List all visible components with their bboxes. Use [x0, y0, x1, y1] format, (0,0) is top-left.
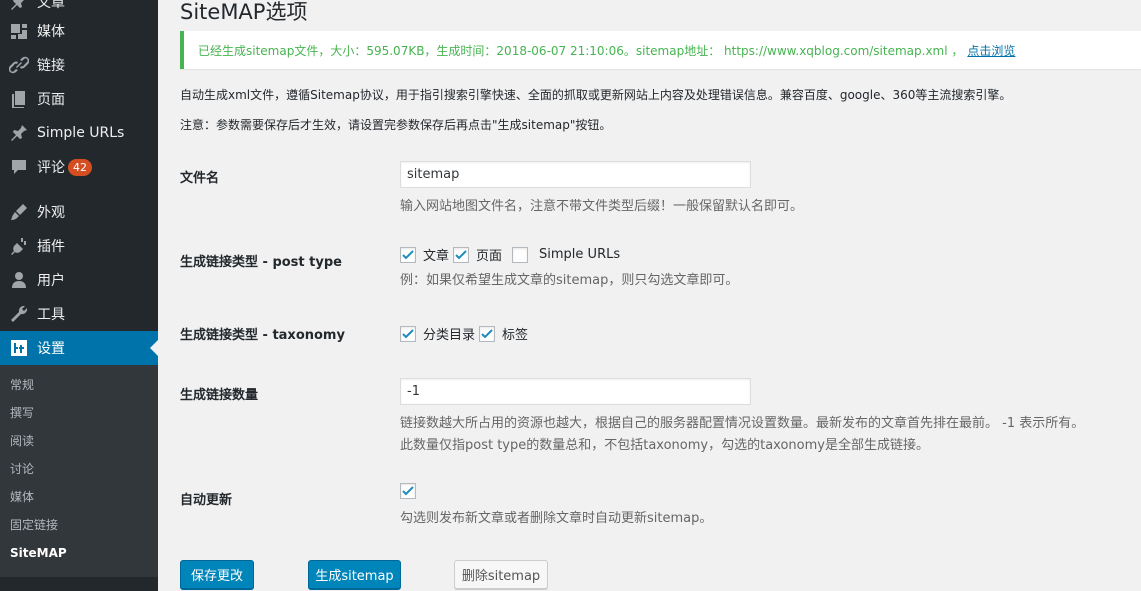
menu-item-label: 链接: [37, 58, 65, 74]
post-type-options: 文章 页面 Simple URLs: [400, 245, 624, 264]
post-type-checkbox-post[interactable]: [400, 246, 416, 263]
page-title: SiteMAP选项: [180, 0, 308, 24]
pin-icon: [11, 0, 24, 10]
option-label: 标签: [502, 328, 529, 343]
view-sitemap-link[interactable]: 点击浏览: [967, 42, 1015, 59]
submenu-general[interactable]: 常规: [10, 375, 34, 395]
media-icon: [11, 24, 27, 39]
submenu-media[interactable]: 媒体: [10, 487, 34, 507]
submenu-discussion[interactable]: 讨论: [10, 459, 34, 479]
menu-item-plugins[interactable]: 插件: [0, 229, 158, 263]
menu-item-comments[interactable]: 评论 42: [0, 150, 158, 184]
link-count-label: 生成链接数量: [180, 388, 259, 403]
menu-item-tools[interactable]: 工具: [0, 297, 158, 331]
menu-item-label: 页面: [37, 92, 65, 108]
plugin-icon: [11, 238, 26, 255]
delete-sitemap-button[interactable]: 删除sitemap: [454, 560, 548, 589]
menu-item-label: 用户: [37, 273, 65, 289]
option-label: 页面: [476, 249, 503, 264]
menu-item-label: 工具: [37, 307, 65, 323]
post-type-checkbox-page[interactable]: [453, 246, 470, 263]
auto-update-checkbox[interactable]: [400, 483, 416, 499]
menu-item-label: 外观: [37, 205, 65, 221]
settings-icon: [11, 340, 27, 356]
menu-item-label: 插件: [37, 239, 65, 255]
post-type-checkbox-simple-urls[interactable]: [512, 246, 529, 263]
option-label: 文章: [423, 249, 450, 264]
user-icon: [12, 272, 26, 288]
link-count-input[interactable]: [400, 378, 751, 405]
submenu-writing[interactable]: 撰写: [10, 403, 34, 423]
notice-text: 已经生成sitemap文件，大小：595.07KB，生成时间：2018-06-0…: [198, 43, 964, 58]
option-label: Simple URLs: [539, 247, 621, 262]
submenu-sitemap[interactable]: SiteMAP: [10, 543, 67, 563]
menu-item-settings[interactable]: 设置: [0, 331, 158, 365]
current-menu-arrow: [150, 340, 158, 356]
filename-help: 输入网站地图文件名，注意不带文件类型后缀！一般保留默认名即可。: [400, 199, 804, 214]
checkmark-icon: [455, 249, 467, 259]
pin-icon: [11, 125, 27, 141]
filename-input[interactable]: [400, 161, 751, 188]
checkmark-icon: [402, 249, 414, 259]
wrench-icon: [11, 305, 28, 322]
settings-submenu: 常规 撰写 阅读 讨论 媒体 固定链接 SiteMAP: [0, 365, 158, 577]
menu-item-label: 评论: [37, 160, 65, 176]
checkmark-icon: [481, 328, 493, 338]
link-icon: [9, 56, 29, 74]
plugin-description: 自动生成xml文件，遵循Sitemap协议，用于指引搜索引擎快速、全面的抓取或更…: [180, 88, 1012, 102]
menu-item-simple-urls[interactable]: Simple URLs: [0, 116, 158, 150]
post-type-label: 生成链接类型 - post type: [180, 255, 342, 270]
page-icon: [12, 91, 25, 108]
option-label: 分类目录: [423, 328, 476, 343]
save-button[interactable]: 保存更改: [180, 560, 254, 589]
main-content: SiteMAP选项 已经生成sitemap文件，大小：595.07KB，生成时间…: [158, 0, 1141, 591]
link-count-help-1: 链接数越大所占用的资源也越大，根据自己的服务器配置情况设置数量。最新发布的文章首…: [400, 416, 1085, 431]
submenu-reading[interactable]: 阅读: [10, 431, 34, 451]
taxonomy-checkbox-tag[interactable]: [479, 325, 496, 342]
generate-sitemap-button[interactable]: 生成sitemap: [308, 560, 401, 589]
auto-update-option: [400, 483, 423, 499]
menu-item-label: Simple URLs: [37, 125, 125, 141]
link-count-help-2: 此数量仅指post type的数量总和，不包括taxonomy，勾选的taxon…: [400, 438, 929, 453]
success-notice: 已经生成sitemap文件，大小：595.07KB，生成时间：2018-06-0…: [180, 31, 1141, 69]
taxonomy-options: 分类目录 标签: [400, 324, 532, 343]
comment-count-badge: 42: [68, 158, 92, 176]
submenu-permalinks[interactable]: 固定链接: [10, 515, 58, 535]
auto-update-help: 勾选则发布新文章或者删除文章时自动更新sitemap。: [400, 511, 713, 526]
menu-item-label: 设置: [37, 341, 65, 357]
filename-label: 文件名: [180, 171, 220, 186]
post-type-help: 例：如果仅希望生成文章的sitemap，则只勾选文章即可。: [400, 273, 739, 288]
menu-item-media[interactable]: 媒体: [0, 14, 158, 48]
save-note: 注意：参数需要保存后才生效，请设置完参数保存后再点击"生成sitemap"按钮。: [180, 118, 612, 132]
comment-icon: [12, 160, 26, 174]
menu-item-users[interactable]: 用户: [0, 263, 158, 297]
checkmark-icon: [402, 486, 414, 496]
checkmark-icon: [402, 328, 414, 338]
menu-item-appearance[interactable]: 外观: [0, 195, 158, 229]
taxonomy-label: 生成链接类型 - taxonomy: [180, 328, 345, 343]
menu-item-links[interactable]: 链接: [0, 48, 158, 82]
menu-item-label: 媒体: [37, 24, 65, 40]
taxonomy-checkbox-category[interactable]: [400, 325, 416, 342]
admin-sidebar: 文章 媒体 链接 页面 Simple URLs 评论 42 外观 插件 用户 工…: [0, 0, 158, 591]
brush-icon: [11, 204, 27, 220]
menu-item-pages[interactable]: 页面: [0, 82, 158, 116]
menu-item-label: 文章: [37, 0, 65, 11]
auto-update-label: 自动更新: [180, 493, 233, 508]
